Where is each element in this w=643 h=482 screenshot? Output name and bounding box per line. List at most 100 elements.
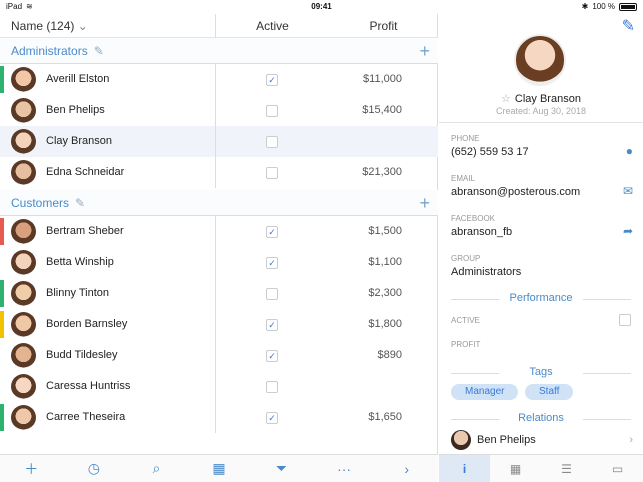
message-icon[interactable]: ● [626,144,633,158]
status-time: 09:41 [311,2,332,11]
pencil-icon[interactable]: ✎ [94,44,104,58]
chevron-right-icon: › [629,434,633,446]
table-row[interactable]: Averill Elston ✓ $11,000 [0,64,438,95]
pencil-icon[interactable]: ✎ [75,196,85,210]
contact-name: Clay Branson [46,135,113,147]
email-value[interactable]: abranson@posterous.com [451,186,580,198]
table-row[interactable]: Budd Tildesley ✓ $890 [0,340,438,371]
active-column-header[interactable]: Active [215,13,329,38]
name-column-header[interactable]: Name (124) ⌄ [0,19,215,33]
avatar [11,160,36,185]
section-header: Customers ✎ + [0,190,438,216]
group-label: GROUP [451,254,481,263]
table-row[interactable]: Bertram Sheber ✓ $1,500 [0,216,438,247]
table-row[interactable]: Borden Barnsley ✓ $1,800 [0,309,438,340]
contact-detail-pane: ✎ ☆ Clay Branson Created: Aug 30, 2018 PH… [439,14,643,482]
avatar [11,67,36,92]
table-row[interactable]: Blinny Tinton $2,300 [0,278,438,309]
clock-icon[interactable]: ◷ [79,460,109,477]
active-checkbox[interactable]: ✓ [266,412,278,424]
share-icon[interactable]: ➦ [623,224,633,238]
active-checkbox[interactable]: ✓ [266,226,278,238]
profit-value: $890 [377,349,402,361]
relation-item[interactable]: Ben Phelips [451,430,536,450]
avatar [11,250,36,275]
bluetooth-icon: ✱ [581,2,589,11]
avatar [11,219,36,244]
profit-value: $1,800 [368,318,402,330]
contact-name: Blinny Tinton [46,287,109,299]
color-label [0,404,4,431]
facebook-label: FACEBOOK [451,214,496,223]
table-row[interactable]: Caressa Huntriss [0,371,438,402]
calendar-tab-icon[interactable]: ▦ [490,455,541,482]
mail-icon[interactable]: ✉ [623,184,633,198]
contact-name: Edna Schneidar [46,166,125,178]
active-checkbox[interactable] [266,381,278,393]
checklist-tab-icon[interactable]: ☰ [541,455,592,482]
group-value: Administrators [451,266,522,278]
contact-name: ☆ Clay Branson [501,93,581,105]
table-row[interactable]: Edna Schneidar $21,300 [0,157,438,188]
active-checkbox[interactable]: ✓ [266,319,278,331]
phone-value[interactable]: (652) 559 53 17 [451,146,529,158]
profit-value: $1,100 [368,256,402,268]
filter-icon[interactable]: ⏷ [267,460,297,477]
profit-value: $21,300 [362,166,402,178]
tags-heading: Tags [451,366,631,378]
tag-manager[interactable]: Manager [451,384,519,400]
chevron-right-icon[interactable]: › [392,461,422,477]
info-tab-icon[interactable]: i [439,455,490,482]
divider [439,122,643,123]
active-checkbox[interactable]: ✓ [266,74,278,86]
tag-staff[interactable]: Staff [525,384,574,400]
contact-name: Caressa Huntriss [46,380,131,392]
avatar [11,129,36,154]
section-header: Administrators ✎ + [0,38,438,64]
phone-label: PHONE [451,134,480,143]
facebook-value[interactable]: abranson_fb [451,226,512,238]
status-bar: iPad ≋ 09:41 ✱ 100 % [0,0,643,14]
compose-icon[interactable]: ✎ [622,16,635,36]
star-icon[interactable]: ☆ [501,93,511,105]
more-icon[interactable]: ··· [329,461,359,477]
avatar [11,312,36,337]
active-checkbox[interactable] [266,105,278,117]
add-icon[interactable]: + [419,193,430,214]
table-row[interactable]: Betta Winship ✓ $1,100 [0,247,438,278]
avatar [11,343,36,368]
battery-percent: 100 % [592,2,615,11]
table-row[interactable]: Clay Branson [0,126,438,157]
active-checkbox[interactable] [266,136,278,148]
avatar [451,430,471,450]
contact-name: Borden Barnsley [46,318,128,330]
plus-icon[interactable]: ＋ [16,459,46,479]
contact-name: Ben Phelips [46,104,105,116]
active-checkbox[interactable]: ✓ [266,350,278,362]
avatar [11,98,36,123]
calendar-icon[interactable]: ▦ [204,460,234,477]
profit-value: $1,500 [368,225,402,237]
add-icon[interactable]: + [419,41,430,62]
active-checkbox[interactable] [619,314,631,326]
document-tab-icon[interactable]: ▭ [592,455,643,482]
contact-name: Betta Winship [46,256,114,268]
contact-name: Carree Theseira [46,411,126,423]
active-checkbox[interactable]: ✓ [266,257,278,269]
search-icon[interactable]: ⌕ [141,460,171,477]
section-title: Administrators [11,43,88,58]
profit-column-header[interactable]: Profit [329,19,438,33]
active-label: ACTIVE [451,316,480,325]
table-row[interactable]: Ben Phelips $15,400 [0,95,438,126]
active-checkbox[interactable] [266,167,278,179]
table-row[interactable]: Carree Theseira ✓ $1,650 [0,402,438,433]
avatar [514,34,566,86]
active-checkbox[interactable] [266,288,278,300]
contacts-list-pane: Name (124) ⌄ Active Profit Administrator… [0,13,438,482]
avatar [11,281,36,306]
section-title: Customers [11,195,70,210]
profit-value: $1,650 [368,411,402,423]
color-label [0,218,4,245]
relation-name: Ben Phelips [477,434,536,446]
contact-name: Budd Tildesley [46,349,118,361]
